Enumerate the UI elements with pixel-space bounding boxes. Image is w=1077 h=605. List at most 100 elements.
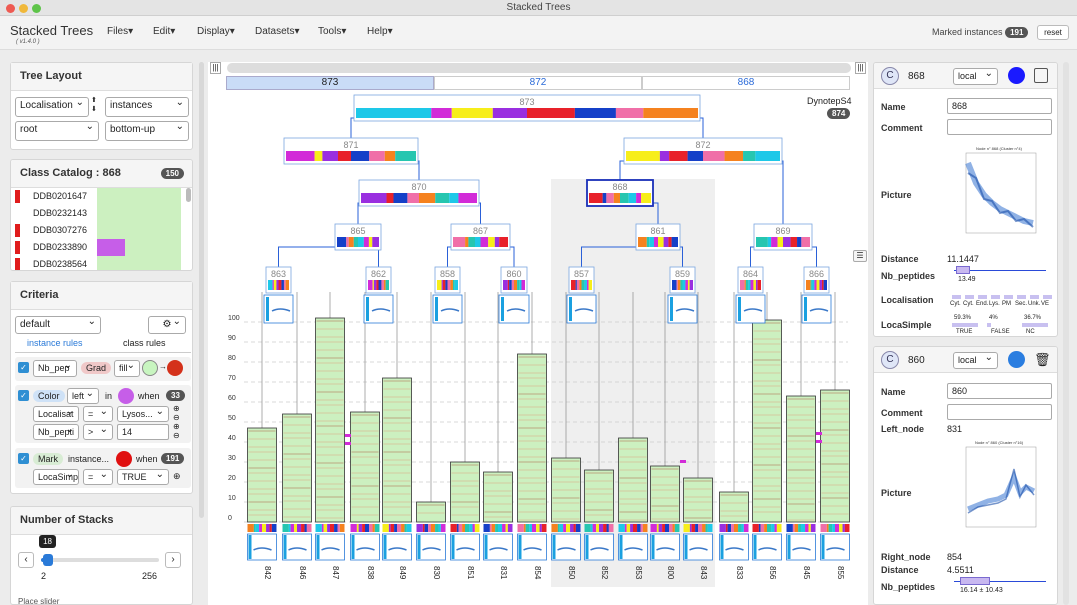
rule-gradient-fill-select[interactable]: fill [114,360,140,377]
category-segment [276,280,279,290]
class-catalog-row[interactable]: DDB0233890 [11,239,188,256]
rule-gradient-checkbox[interactable]: ✓ [18,362,29,373]
menu-display[interactable]: Display▾ [197,26,235,37]
category-segment [356,524,359,532]
stacks-decrease-button[interactable]: ‹ [18,552,34,568]
rule-mark-checkbox[interactable]: ✓ [18,453,29,464]
detail-868-name-input[interactable]: 868 [947,98,1052,114]
leaf-thumbnail-strip [804,297,807,321]
rule-mark-cond-attr[interactable]: LocaSimp [33,469,79,485]
zoom-window-button[interactable] [32,4,41,13]
rule-mark-cond-value[interactable]: TRUE [117,469,169,485]
stacks-slider-handle[interactable] [43,554,54,566]
locasimple-pct: 59.3% [954,315,972,321]
rule-mark-target[interactable]: instance... [68,454,109,464]
tab-instance-rules[interactable]: instance rules [27,338,83,348]
bar-category-strip [752,524,782,532]
stacked-tree-chart[interactable]: 0 10 20 30 40 50 60 70 80 90 100 842 846 847 838 849 830… [208,62,868,605]
detail-860-name-input[interactable]: 860 [947,383,1052,399]
reset-button[interactable]: reset [1037,25,1069,40]
class-catalog-row[interactable]: DDB0307276 [11,222,188,239]
category-segment [297,524,302,532]
class-catalog-row[interactable]: DDB0238564 [11,256,188,270]
category-segment [592,524,597,532]
minimize-window-button[interactable] [19,4,28,13]
detail-868-panel: C 868 local Name 868 Comment Picture Nod… [873,62,1058,337]
class-catalog-row[interactable]: DDB0201647 [11,188,188,205]
bar-category-strip [350,524,380,532]
leaf-thumbnail-strip [266,297,269,321]
class-catalog-scrollbar[interactable] [186,188,191,202]
category-segment [327,524,330,532]
tree-node-label: 863 [271,269,286,279]
close-window-button[interactable] [6,4,15,13]
rule-mark-swatch[interactable] [116,451,132,467]
class-catalog-row[interactable]: DDB0232143 [11,205,188,222]
rule-color-cond2-value[interactable]: 14 [117,424,169,440]
rule-mark-cond-op[interactable]: = [83,469,113,485]
detail-860-left-value: 831 [947,424,963,434]
tree-layout-root-select[interactable]: root [15,121,99,141]
detail-860-scope-select[interactable]: local [953,352,998,369]
gradient-start-color[interactable] [142,360,158,376]
category-segment [820,524,827,532]
rule-color-cond2-attr[interactable]: Nb_pepti [33,424,79,440]
bar-thumbnail-strip [753,535,757,559]
locasimple-bar [952,323,978,327]
criteria-preset-select[interactable]: default [15,316,101,334]
stacks-increase-button[interactable]: › [165,552,181,568]
category-segment [724,151,744,161]
menu-files[interactable]: Files▾ [107,26,133,37]
left-scrollbar[interactable] [199,62,204,518]
menu-edit[interactable]: Edit▾ [153,26,175,37]
detail-860-comment-input[interactable] [947,404,1052,420]
add-remove-condition-icons[interactable]: ⊕ ⊖ ⊕ ⊖ [173,404,180,440]
stacks-slider-track[interactable] [41,558,159,562]
gradient-end-color[interactable] [167,360,183,376]
category-segment [294,524,297,532]
category-segment [450,280,453,290]
detail-868-comment-input[interactable] [947,119,1052,135]
bar-thumbnail [752,533,782,561]
tree-layout-unit-select[interactable]: instances [105,97,189,117]
menu-icon[interactable]: ☰ [853,250,867,262]
category-segment [539,524,542,532]
trash-icon[interactable]: 🗑 [1034,352,1051,368]
right-scrollbar[interactable] [1063,62,1069,605]
rule-color-swatch[interactable] [118,388,134,404]
add-condition-icon[interactable]: ⊕ [173,471,181,482]
detail-860-distance-value: 4.5511 [947,565,974,575]
tree-layout-root-value: root [20,124,38,135]
x-tick-label: 846 [298,566,307,580]
detail-860-picture-title: Node n° 860 (Cluster n°16) [975,440,1024,445]
category-segment [456,524,459,532]
tab-class-rules[interactable]: class rules [123,338,166,348]
category-segment [702,524,706,532]
rule-color-cond1-value[interactable]: Lysos... [117,406,169,422]
loc-category-bar [1030,295,1039,299]
bar [683,477,713,523]
menu-datasets-label: Datasets [255,26,295,37]
tree-layout-direction-select[interactable]: bottom-up [105,121,189,141]
copy-icon[interactable] [1034,68,1048,83]
category-segment [376,280,379,290]
criteria-tabs: instance rules class rules [11,338,194,352]
detail-860-color[interactable] [1008,351,1025,368]
criteria-settings-button[interactable]: ⚙ [148,316,186,334]
rule-color-checkbox[interactable]: ✓ [18,390,29,401]
detail-868-color[interactable] [1008,67,1025,84]
menu-datasets[interactable]: Datasets▾ [255,26,300,37]
rule-color-side-select[interactable]: left [67,388,99,404]
rule-color-cond1-op[interactable]: = [83,406,113,422]
category-segment [386,193,394,203]
tree-layout-attribute-select[interactable]: Localisation [15,97,89,117]
category-segment [523,524,526,532]
sort-order-arrows[interactable]: ⬆ ⬇ [91,96,97,114]
rule-color-cond1-attr[interactable]: Localisat [33,406,79,422]
menu-help[interactable]: Help▾ [367,26,393,37]
rule-gradient-attr-select[interactable]: Nb_pep [33,360,77,377]
rule-color-cond2-op[interactable]: > [83,424,113,440]
criteria-preset-value: default [20,319,51,330]
menu-tools[interactable]: Tools▾ [318,26,346,37]
detail-868-scope-select[interactable]: local [953,68,998,85]
